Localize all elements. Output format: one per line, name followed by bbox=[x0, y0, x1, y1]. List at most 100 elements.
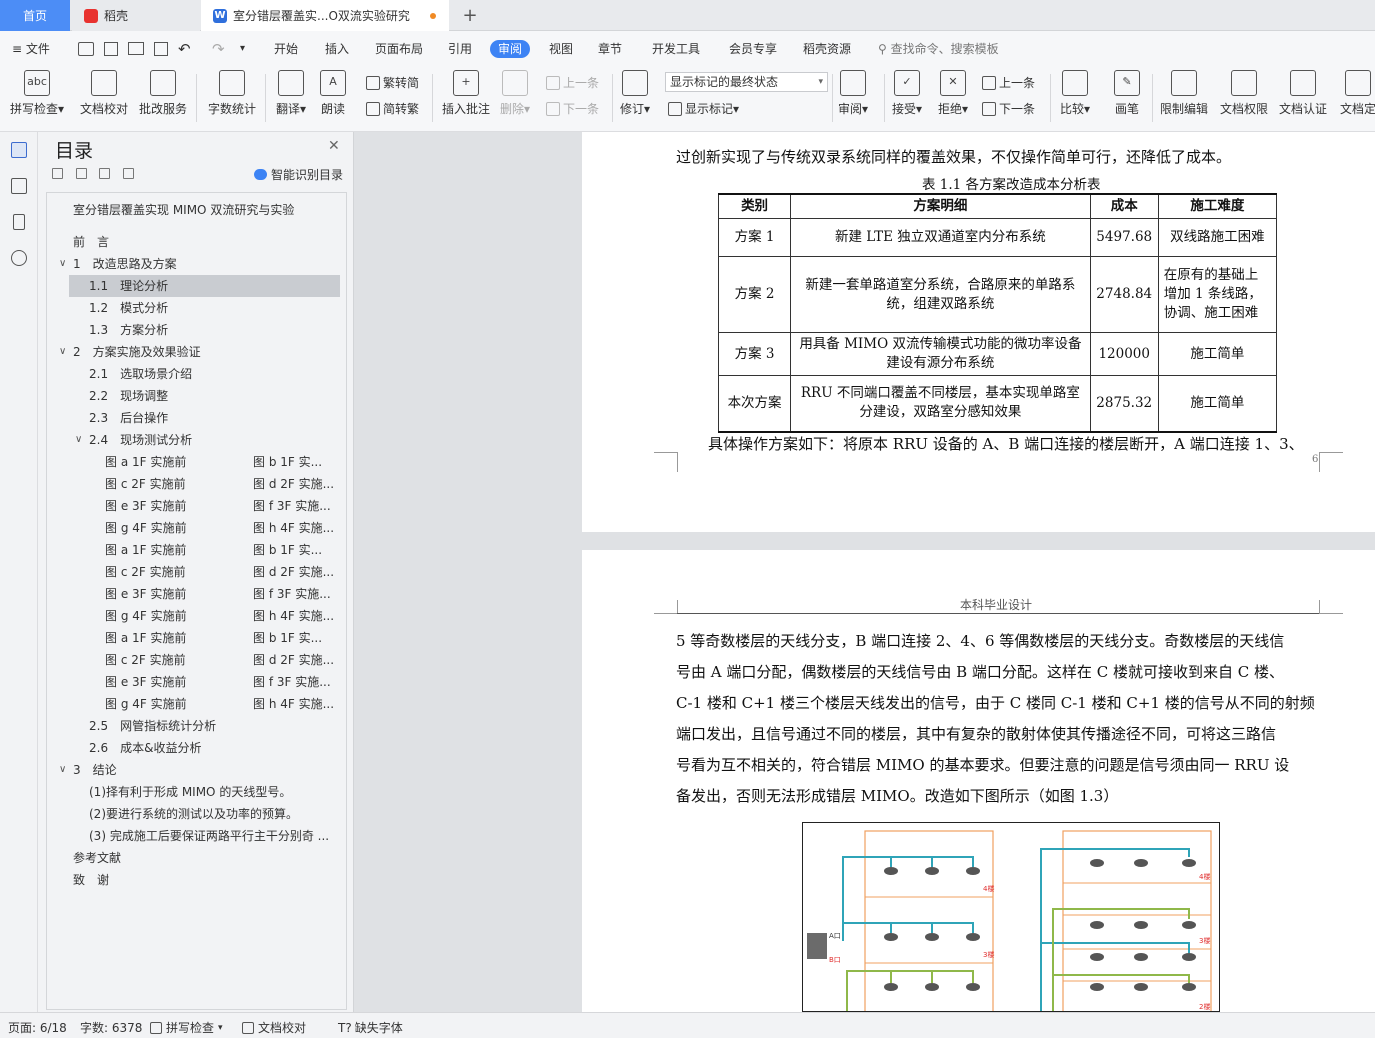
tab-document[interactable]: W 室分错层覆盖实...O双流实验研究 bbox=[201, 0, 449, 31]
toc-item[interactable]: 图 c 2F 实施前 bbox=[105, 649, 186, 671]
toc-item[interactable]: 1.3 方案分析 bbox=[89, 319, 168, 341]
doc-final-button[interactable]: 文档定 bbox=[1340, 70, 1375, 117]
menu-reference[interactable]: 引用 bbox=[448, 40, 472, 58]
prev-change-button[interactable]: 上一条 bbox=[982, 74, 1035, 91]
missing-font-button[interactable]: T? 缺失字体 bbox=[338, 1019, 403, 1036]
preview-icon[interactable] bbox=[154, 42, 168, 56]
review-pane-button[interactable]: 审阅▾ bbox=[838, 70, 868, 117]
remove-level-icon[interactable] bbox=[123, 168, 134, 179]
word-count-indicator[interactable]: 字数: 6378 bbox=[80, 1019, 142, 1036]
chevron-down-icon[interactable]: ∨ bbox=[59, 346, 66, 357]
search-icon[interactable] bbox=[11, 250, 27, 266]
toc-item-right[interactable]: 图 d 2F 实施... bbox=[253, 473, 334, 495]
doc-permission-button[interactable]: 文档权限 bbox=[1220, 70, 1268, 117]
page-indicator[interactable]: 页面: 6/18 bbox=[8, 1019, 67, 1036]
close-icon[interactable]: ✕ bbox=[328, 138, 340, 154]
toc-item[interactable]: 2.5 网管指标统计分析 bbox=[89, 715, 216, 737]
toc-item[interactable]: 图 c 2F 实施前 bbox=[105, 561, 186, 583]
menu-devtools[interactable]: 开发工具 bbox=[652, 40, 700, 58]
save-icon[interactable] bbox=[78, 42, 94, 56]
toc-item[interactable]: 3 结论 bbox=[73, 759, 117, 781]
toc-icon[interactable] bbox=[11, 142, 27, 158]
toc-item[interactable]: 图 g 4F 实施前 bbox=[105, 693, 187, 715]
accept-button[interactable]: ✓ 接受▾ bbox=[892, 70, 922, 117]
menu-member[interactable]: 会员专享 bbox=[729, 40, 777, 58]
markup-state-select[interactable]: 显示标记的最终状态 ▾ bbox=[665, 72, 828, 92]
file-menu[interactable]: ≡ 文件 bbox=[12, 40, 50, 58]
toc-item-right[interactable]: 图 f 3F 实施... bbox=[253, 583, 331, 605]
toc-item[interactable]: 图 e 3F 实施前 bbox=[105, 583, 186, 605]
new-tab-button[interactable]: + bbox=[458, 0, 482, 31]
print-icon[interactable] bbox=[128, 42, 144, 55]
toc-item[interactable]: 图 a 1F 实施前 bbox=[105, 539, 186, 561]
chevron-down-icon[interactable]: ∨ bbox=[75, 434, 82, 445]
track-changes-button[interactable]: 修订▾ bbox=[620, 70, 650, 117]
status-doc-check[interactable]: 文档校对 bbox=[242, 1019, 306, 1036]
toc-item[interactable]: 图 e 3F 实施前 bbox=[105, 495, 186, 517]
toc-item[interactable]: (3) 完成施工后要保证两路平行主干分别奇 ... bbox=[89, 825, 329, 847]
toc-item[interactable]: 2.1 选取场景介绍 bbox=[89, 363, 192, 385]
toc-item[interactable]: 图 g 4F 实施前 bbox=[105, 517, 187, 539]
word-count-button[interactable]: 字数统计 bbox=[208, 70, 256, 117]
doc-auth-button[interactable]: 文档认证 bbox=[1279, 70, 1327, 117]
translate-button[interactable]: 翻译▾ bbox=[276, 70, 306, 117]
menu-start[interactable]: 开始 bbox=[274, 40, 298, 58]
delete-comment-button[interactable]: 删除▾ bbox=[500, 70, 530, 117]
toc-item-right[interactable]: 图 b 1F 实... bbox=[253, 627, 322, 649]
menu-review[interactable]: 审阅 bbox=[490, 40, 531, 58]
compare-button[interactable]: 比较▾ bbox=[1060, 70, 1090, 117]
undo-icon[interactable]: ↶ bbox=[178, 40, 191, 58]
menu-daoke-resource[interactable]: 稻壳资源 bbox=[803, 40, 851, 58]
toc-item[interactable]: 图 e 3F 实施前 bbox=[105, 671, 186, 693]
pen-button[interactable]: ✎ 画笔 bbox=[1114, 70, 1140, 117]
collapse-level-icon[interactable] bbox=[76, 168, 87, 179]
show-markup-button[interactable]: 显示标记 ▾ bbox=[668, 100, 739, 117]
spell-check-button[interactable]: abc 拼写检查▾ bbox=[10, 70, 64, 117]
simp-to-trad-button[interactable]: 简转繁 bbox=[366, 100, 419, 117]
reject-button[interactable]: ✕ 拒绝▾ bbox=[938, 70, 968, 117]
toc-item[interactable]: (1)择有利于形成 MIMO 的天线型号。 bbox=[89, 781, 291, 803]
export-icon[interactable] bbox=[104, 42, 118, 56]
menu-layout[interactable]: 页面布局 bbox=[375, 40, 423, 58]
command-search[interactable]: ⚲ 查找命令、搜索模板 bbox=[878, 40, 999, 57]
toc-item-right[interactable]: 图 h 4F 实施... bbox=[253, 605, 334, 627]
smart-toc-button[interactable]: 智能识别目录 bbox=[254, 166, 343, 183]
menu-insert[interactable]: 插入 bbox=[325, 40, 349, 58]
menu-view[interactable]: 视图 bbox=[549, 40, 573, 58]
tab-home[interactable]: 首页 bbox=[0, 0, 70, 31]
trad-to-simp-button[interactable]: 繁转简 bbox=[366, 74, 419, 91]
read-aloud-button[interactable]: A 朗读 bbox=[320, 70, 346, 117]
toc-item[interactable]: (2)要进行系统的测试以及功率的预算。 bbox=[89, 803, 298, 825]
document-canvas[interactable]: 过创新实现了与传统双录系统同样的覆盖效果，不仅操作简单可行，还降低了成本。 表 … bbox=[354, 132, 1375, 1012]
toc-item[interactable]: 参考文献 bbox=[73, 847, 121, 869]
next-comment-button[interactable]: 下一条 bbox=[546, 100, 599, 117]
quick-access-chevron-icon[interactable]: ▾ bbox=[240, 40, 245, 58]
chevron-down-icon[interactable]: ∨ bbox=[59, 258, 66, 269]
toc-item[interactable]: 2.2 现场调整 bbox=[89, 385, 168, 407]
toc-item[interactable]: 1.1 理论分析 bbox=[69, 275, 340, 297]
prev-comment-button[interactable]: 上一条 bbox=[546, 74, 599, 91]
toc-item[interactable]: 前 言 bbox=[73, 231, 109, 253]
outline-icon[interactable] bbox=[11, 178, 27, 194]
toc-item[interactable]: 1 改造思路及方案 bbox=[73, 253, 177, 275]
toc-item[interactable]: 图 c 2F 实施前 bbox=[105, 473, 186, 495]
toc-item-right[interactable]: 图 d 2F 实施... bbox=[253, 561, 334, 583]
toc-item-right[interactable]: 图 b 1F 实... bbox=[253, 451, 322, 473]
toc-item-right[interactable]: 图 h 4F 实施... bbox=[253, 693, 334, 715]
toc-item[interactable]: 2.6 成本&收益分析 bbox=[89, 737, 201, 759]
toc-item[interactable]: 2 方案实施及效果验证 bbox=[73, 341, 201, 363]
status-spell-check[interactable]: 拼写检查 ▾ bbox=[150, 1019, 223, 1036]
toc-item[interactable]: 2.3 后台操作 bbox=[89, 407, 168, 429]
toc-item[interactable]: 致 谢 bbox=[73, 869, 109, 891]
toc-item-right[interactable]: 图 f 3F 实施... bbox=[253, 495, 331, 517]
toc-item[interactable]: 1.2 模式分析 bbox=[89, 297, 168, 319]
expand-level-icon[interactable] bbox=[99, 168, 110, 179]
collapse-all-icon[interactable] bbox=[52, 168, 63, 179]
bookmark-icon[interactable] bbox=[13, 214, 25, 230]
toc-item[interactable]: 图 a 1F 实施前 bbox=[105, 451, 186, 473]
toc-item-right[interactable]: 图 b 1F 实... bbox=[253, 539, 322, 561]
batch-service-button[interactable]: 批改服务 bbox=[139, 70, 187, 117]
doc-check-button[interactable]: 文档校对 bbox=[80, 70, 128, 117]
toc-item-right[interactable]: 图 d 2F 实施... bbox=[253, 649, 334, 671]
toc-item[interactable]: 2.4 现场测试分析 bbox=[89, 429, 192, 451]
